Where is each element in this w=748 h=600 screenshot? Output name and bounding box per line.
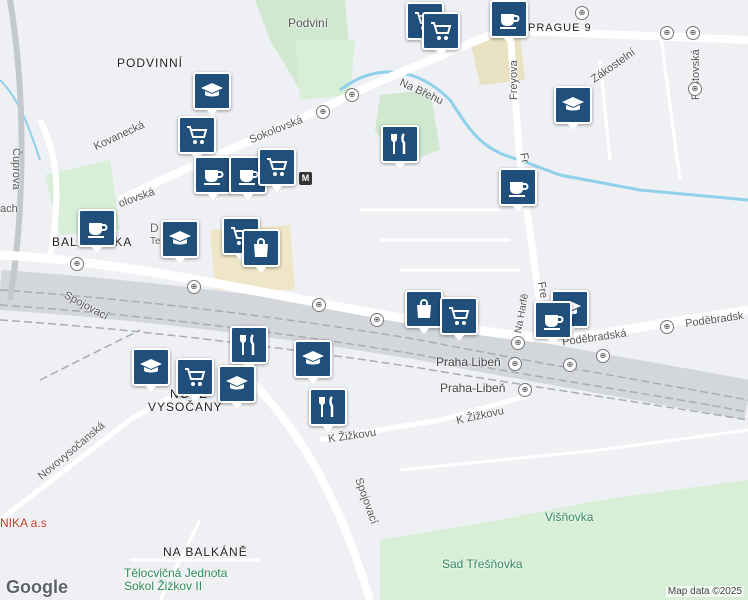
poi-label-nika: NIKA a.s [0,516,47,530]
coffee-pin[interactable] [499,168,537,212]
metro-icon[interactable]: M [299,172,312,185]
cart-pin[interactable] [258,148,296,192]
cart-icon [185,123,209,147]
graduation-cap-icon [168,227,192,251]
tram-stop-icon[interactable]: ⊕ [345,88,359,102]
graduation-cap-pin[interactable] [132,348,170,392]
graduation-cap-icon [139,355,163,379]
poi-label-visnovka: Višňovka [545,510,594,524]
coffee-icon [201,163,225,187]
coffee-icon [236,163,260,187]
cart-pin[interactable] [440,297,478,341]
coffee-pin[interactable] [78,209,116,253]
street-label-freyova: Freyova [508,60,520,100]
tram-stop-icon[interactable]: ⊕ [312,298,326,312]
tram-stop-icon[interactable]: ⊕ [688,82,702,96]
area-label-na-balkane: NA BALKÁNĚ [163,545,248,559]
graduation-cap-pin[interactable] [294,340,332,384]
coffee-icon [541,308,565,332]
graduation-cap-pin[interactable] [193,72,231,116]
area-label-podvinni: PODVINNÍ [117,56,184,70]
poi-label-telocvicna-2: Sokol Žižkov II [124,579,203,593]
coffee-pin[interactable] [534,301,572,345]
shopping-bag-icon [412,297,436,321]
graduation-cap-icon [225,372,249,396]
cart-icon [265,155,289,179]
graduation-cap-pin[interactable] [161,220,199,264]
graduation-cap-icon [200,79,224,103]
street-label-ach: ach [0,203,18,215]
street-label-cuprova: Čuprova [10,148,22,190]
tram-stop-icon[interactable]: ⊕ [563,358,577,372]
tram-stop-icon[interactable]: ⊕ [518,383,532,397]
poi-label-praha-liben-2: Praha-Libeň [440,381,506,395]
poi-label-sad-tresnovka: Sad Třešňovka [442,557,523,571]
map-canvas[interactable]: PODVINNÍ BALABENKA NOVÉ VYSOČANY NA BALK… [0,0,748,600]
shopping-bag-pin[interactable] [405,290,443,334]
coffee-pin[interactable] [490,0,528,44]
coffee-icon [85,216,109,240]
area-label-podvini: Podviní [288,16,329,30]
cart-icon [429,19,453,43]
coffee-icon [497,7,521,31]
tram-stop-icon[interactable]: ⊕ [686,26,700,40]
google-logo: Google [6,577,68,597]
graduation-cap-icon [561,93,585,117]
tram-stop-icon[interactable]: ⊕ [660,26,674,40]
shopping-bag-pin[interactable] [242,229,280,273]
cart-icon [447,304,471,328]
graduation-cap-icon [301,347,325,371]
tram-stop-icon[interactable]: ⊕ [575,6,589,20]
street-label-fr: Fr [517,151,532,165]
cart-pin[interactable] [422,12,460,56]
tram-stop-icon[interactable]: ⊕ [511,336,525,350]
cart-pin[interactable] [176,358,214,402]
restaurant-icon [237,333,261,357]
tram-stop-icon[interactable]: ⊕ [508,357,522,371]
tram-stop-icon[interactable]: ⊕ [70,257,84,271]
map-attribution: Map data ©2025 [665,586,744,597]
graduation-cap-pin[interactable] [218,365,256,409]
graduation-cap-pin[interactable] [554,86,592,130]
restaurant-pin[interactable] [309,388,347,432]
cart-icon [183,365,207,389]
street-label-fre: Fre [534,280,550,300]
cart-pin[interactable] [178,116,216,160]
restaurant-icon [388,132,412,156]
tram-stop-icon[interactable]: ⊕ [660,320,674,334]
coffee-pin[interactable] [194,156,232,200]
poi-label-praha-liben: Praha Libeň [436,355,501,369]
tram-stop-icon[interactable]: ⊕ [596,349,610,363]
tram-stop-icon[interactable]: ⊕ [370,313,384,327]
tram-stop-icon[interactable]: ⊕ [187,280,201,294]
restaurant-pin[interactable] [230,326,268,370]
shopping-bag-icon [249,236,273,260]
poi-label-telocvicna-1: Tělocvičná Jednota [124,566,228,580]
tram-stop-icon[interactable]: ⊕ [316,105,330,119]
restaurant-pin[interactable] [381,125,419,169]
area-label-prague9: PRAGUE 9 [528,22,592,34]
coffee-icon [506,175,530,199]
area-label-vysocany: VYSOČANY [148,400,223,414]
restaurant-icon [316,395,340,419]
